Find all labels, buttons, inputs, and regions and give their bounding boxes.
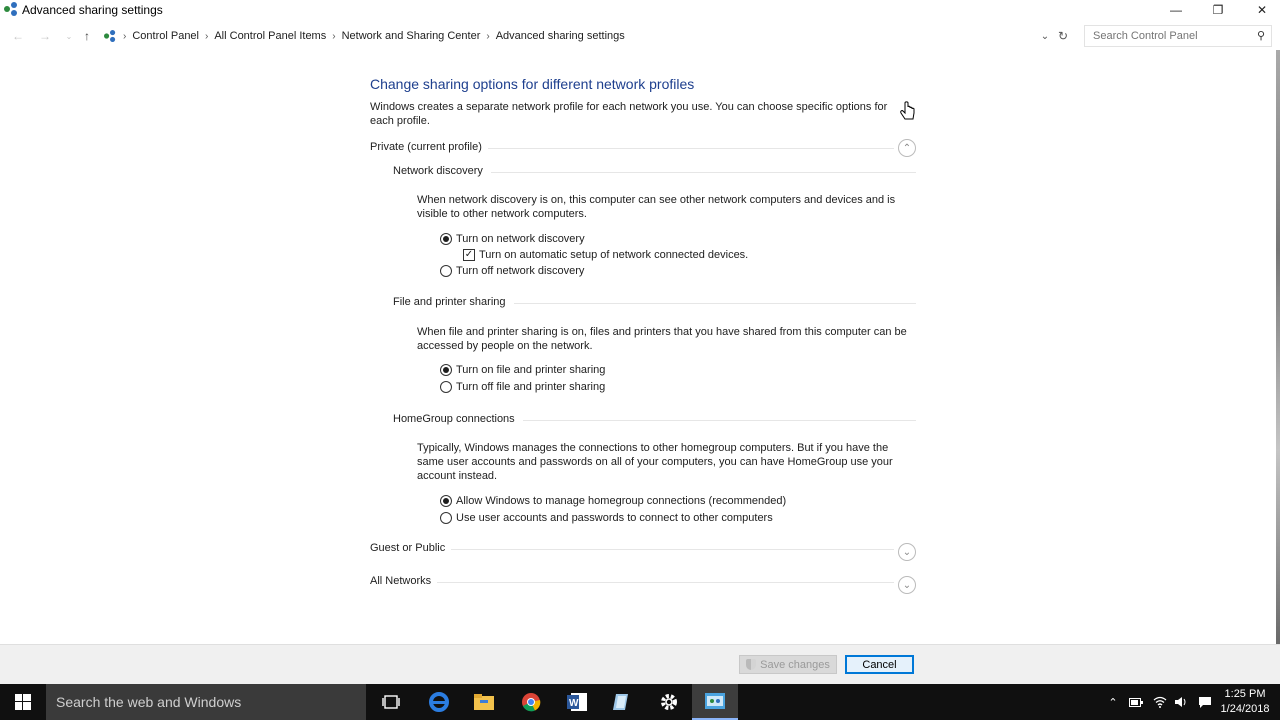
radio-homegroup-allow[interactable]: Allow Windows to manage homegroup connec…	[440, 493, 786, 509]
forward-arrow-icon[interactable]: →	[37, 28, 53, 44]
radio-homegroup-user[interactable]: Use user accounts and passwords to conne…	[440, 510, 773, 526]
network-icon	[4, 2, 17, 16]
crumb-advanced-sharing[interactable]: Advanced sharing settings	[496, 30, 625, 42]
restore-button[interactable]: ❐	[1195, 0, 1241, 20]
chrome-icon[interactable]	[508, 684, 554, 720]
radio-selected[interactable]	[440, 364, 452, 376]
divider	[370, 582, 894, 583]
task-view-icon[interactable]	[368, 684, 414, 720]
windows-logo-icon	[15, 694, 31, 710]
section-description: Typically, Windows manages the connectio…	[417, 442, 893, 482]
main-content: Change sharing options for different net…	[0, 50, 1276, 644]
chevron-down-icon[interactable]: ⌄	[898, 576, 916, 594]
crumb-control-panel[interactable]: Control Panel	[132, 30, 199, 42]
search-input[interactable]	[1085, 26, 1245, 46]
chevron-down-icon[interactable]: ⌄	[898, 543, 916, 561]
radio-sharing-off[interactable]: Turn off file and printer sharing	[440, 379, 605, 395]
control-panel-taskbar-icon[interactable]	[692, 684, 738, 720]
search-icon[interactable]: ⚲	[1257, 29, 1265, 42]
footer-bar: Save changes Cancel	[0, 644, 1280, 684]
up-arrow-icon[interactable]: ↑	[79, 28, 95, 44]
battery-icon[interactable]	[1126, 684, 1146, 720]
start-button[interactable]	[0, 684, 46, 720]
radio-discovery-off[interactable]: Turn off network discovery	[440, 263, 584, 279]
profile-private[interactable]: Private (current profile) ⌃	[370, 139, 916, 161]
section-title: File and printer sharing	[393, 296, 514, 308]
chevron-up-icon[interactable]: ⌃	[898, 139, 916, 157]
radio-sharing-on[interactable]: Turn on file and printer sharing	[440, 362, 605, 378]
taskbar: Search the web and Windows W ⌃ 1:25 PM 1…	[0, 684, 1280, 720]
action-center-icon[interactable]	[1194, 684, 1216, 720]
volume-icon[interactable]	[1171, 684, 1191, 720]
checkmark-icon[interactable]: ✓	[463, 249, 475, 261]
profile-all-networks[interactable]: All Networks ⌄	[370, 575, 916, 595]
minimize-button[interactable]: —	[1153, 0, 1199, 20]
app-icon[interactable]	[599, 684, 645, 720]
section-title: Network discovery	[393, 165, 491, 177]
search-box[interactable]: ⚲	[1084, 25, 1272, 47]
chevron-right-icon: ›	[332, 30, 336, 42]
shield-icon	[746, 659, 757, 670]
section-homegroup: HomeGroup connections	[393, 413, 916, 429]
radio-unselected[interactable]	[440, 512, 452, 524]
hand-cursor-icon	[900, 101, 915, 120]
page-title: Change sharing options for different net…	[370, 76, 695, 92]
option-label[interactable]: Use user accounts and passwords to conne…	[456, 512, 773, 524]
background-edge	[1276, 50, 1280, 650]
save-label[interactable]: Save changes	[760, 659, 830, 671]
recent-chevron-icon[interactable]: ⌄	[61, 28, 77, 44]
radio-discovery-on[interactable]: Turn on network discovery	[440, 231, 585, 247]
taskbar-search[interactable]: Search the web and Windows	[46, 684, 366, 720]
checkbox-auto-setup[interactable]: ✓ Turn on automatic setup of network con…	[463, 247, 748, 263]
radio-selected[interactable]	[440, 233, 452, 245]
window-title: Advanced sharing settings	[22, 3, 163, 17]
radio-unselected[interactable]	[440, 265, 452, 277]
control-panel-icon	[104, 30, 116, 42]
file-explorer-icon[interactable]	[461, 684, 507, 720]
settings-gear-icon[interactable]	[646, 684, 692, 720]
chevron-right-icon: ›	[123, 30, 127, 42]
cancel-button[interactable]: Cancel	[845, 655, 914, 674]
edge-browser-icon[interactable]	[416, 684, 462, 720]
word-icon[interactable]: W	[554, 684, 600, 720]
back-arrow-icon[interactable]: ←	[10, 28, 26, 44]
profile-guest-public[interactable]: Guest or Public ⌄	[370, 542, 916, 562]
radio-selected[interactable]	[440, 495, 452, 507]
section-description: When network discovery is on, this compu…	[417, 194, 896, 220]
chevron-up-icon[interactable]: ⌃	[1104, 684, 1122, 720]
address-dropdown-icon[interactable]: ⌄	[1038, 28, 1052, 44]
option-label[interactable]: Turn on file and printer sharing	[456, 364, 605, 376]
crumb-all-items[interactable]: All Control Panel Items	[214, 30, 326, 42]
clock-time: 1:25 PM	[1224, 688, 1266, 700]
option-label[interactable]: Turn on automatic setup of network conne…	[479, 249, 748, 261]
chevron-right-icon: ›	[486, 30, 490, 42]
option-label[interactable]: Turn off network discovery	[456, 265, 584, 277]
chevron-right-icon: ›	[205, 30, 209, 42]
section-file-sharing: File and printer sharing	[393, 296, 916, 312]
option-label[interactable]: Allow Windows to manage homegroup connec…	[456, 495, 786, 507]
wifi-icon[interactable]	[1150, 684, 1170, 720]
profile-private-label[interactable]: Private (current profile)	[370, 141, 488, 153]
svg-text:W: W	[569, 698, 579, 709]
page-intro: Windows creates a separate network profi…	[370, 101, 888, 127]
title-bar: Advanced sharing settings — ❐ ✕	[0, 0, 1280, 20]
profile-all-label[interactable]: All Networks	[370, 575, 438, 587]
refresh-icon[interactable]: ↻	[1055, 28, 1071, 44]
breadcrumb[interactable]: › Control Panel › All Control Panel Item…	[100, 25, 1076, 47]
save-changes-button[interactable]: Save changes	[739, 655, 837, 674]
clock-date: 1/24/2018	[1220, 703, 1270, 715]
system-clock[interactable]: 1:25 PM 1/24/2018	[1220, 687, 1270, 717]
option-label[interactable]: Turn on network discovery	[456, 233, 585, 245]
section-description: When file and printer sharing is on, fil…	[417, 326, 907, 352]
close-button[interactable]: ✕	[1239, 0, 1280, 20]
crumb-network-center[interactable]: Network and Sharing Center	[342, 30, 481, 42]
radio-unselected[interactable]	[440, 381, 452, 393]
option-label[interactable]: Turn off file and printer sharing	[456, 381, 605, 393]
profile-guest-label[interactable]: Guest or Public	[370, 542, 452, 554]
section-title: HomeGroup connections	[393, 413, 523, 425]
section-network-discovery: Network discovery	[393, 165, 916, 181]
